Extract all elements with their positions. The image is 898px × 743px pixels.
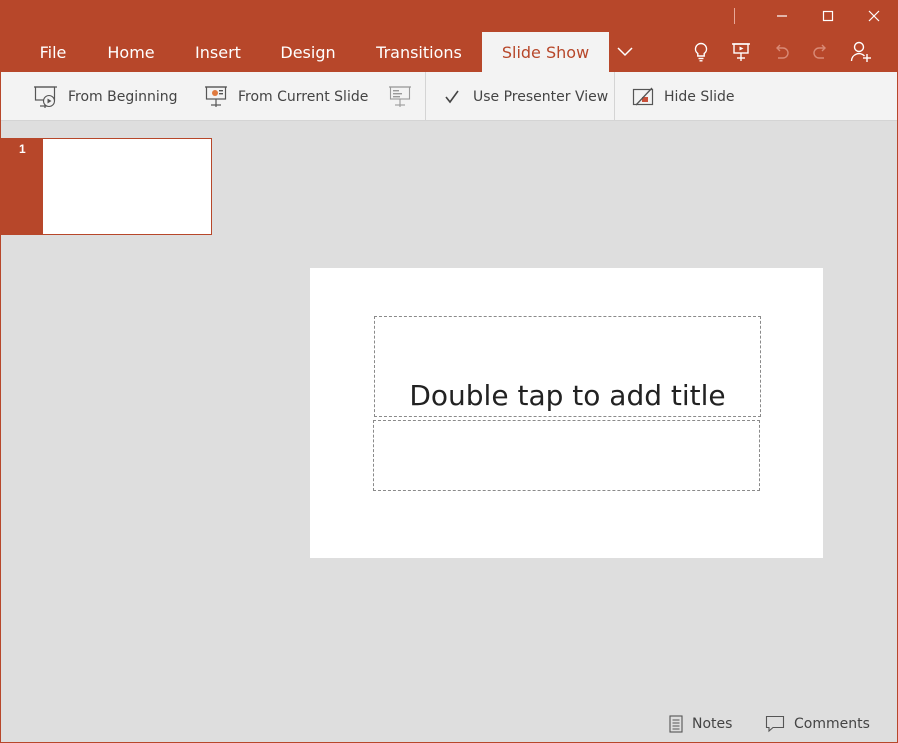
more-tabs-button[interactable] <box>610 32 640 72</box>
undo-button[interactable] <box>761 32 801 72</box>
tab-transitions[interactable]: Transitions <box>367 32 471 72</box>
thumbnail-selection-strip: 1 <box>1 138 42 235</box>
use-presenter-view-checkbox[interactable]: Use Presenter View <box>443 72 608 121</box>
title-placeholder-text: Double tap to add title <box>409 379 726 412</box>
lightbulb-icon <box>694 42 708 62</box>
close-button[interactable] <box>851 0 897 32</box>
checkmark-icon <box>443 88 461 106</box>
comment-icon <box>765 715 785 733</box>
ribbon-tabs: File Home Insert Design Transitions Slid… <box>0 32 898 72</box>
notes-button[interactable]: Notes <box>669 708 732 740</box>
minimize-button[interactable] <box>759 0 805 32</box>
presentation-icon <box>732 43 750 61</box>
use-presenter-view-label: Use Presenter View <box>473 88 609 105</box>
hide-slide-button[interactable]: Hide Slide <box>632 72 735 121</box>
maximize-button[interactable] <box>805 0 851 32</box>
from-current-slide-label: From Current Slide <box>238 88 369 105</box>
slide-thumbnail[interactable]: 1 <box>1 138 212 235</box>
from-beginning-label: From Beginning <box>68 88 178 105</box>
hide-slide-icon <box>632 86 654 108</box>
tell-me-button[interactable] <box>681 32 721 72</box>
custom-show-icon <box>388 85 412 109</box>
hide-slide-label: Hide Slide <box>664 88 735 105</box>
maximize-icon <box>822 10 834 22</box>
slide-canvas[interactable]: Double tap to add title <box>310 268 823 558</box>
notes-icon <box>669 715 683 733</box>
subtitle-placeholder[interactable] <box>373 420 760 491</box>
slide-number: 1 <box>19 142 26 156</box>
comments-label: Comments <box>794 716 870 732</box>
from-current-slide-button[interactable]: From Current Slide <box>204 72 368 121</box>
redo-button[interactable] <box>801 32 841 72</box>
tab-insert[interactable]: Insert <box>183 32 253 72</box>
tab-home[interactable]: Home <box>96 32 166 72</box>
thumbnail-preview[interactable] <box>42 138 212 235</box>
chevron-down-icon <box>617 47 633 57</box>
tab-design[interactable]: Design <box>270 32 346 72</box>
title-bar <box>0 0 898 32</box>
ribbon-toolbar: From Beginning From Current Slide Use Pr… <box>0 72 898 121</box>
notes-label: Notes <box>692 716 733 732</box>
ribbon-separator <box>614 72 615 121</box>
undo-icon <box>776 44 789 59</box>
redo-icon <box>813 44 826 59</box>
tab-file[interactable]: File <box>24 32 82 72</box>
present-button[interactable] <box>721 32 761 72</box>
title-divider <box>734 8 735 24</box>
ribbon-separator <box>425 72 426 121</box>
comments-button[interactable]: Comments <box>765 708 870 740</box>
play-from-current-icon <box>204 85 228 109</box>
tab-slide-show[interactable]: Slide Show <box>482 32 609 72</box>
add-person-icon <box>850 41 871 62</box>
title-placeholder[interactable]: Double tap to add title <box>374 316 761 417</box>
share-button[interactable] <box>841 32 881 72</box>
play-from-start-icon <box>33 85 58 109</box>
minimize-icon <box>777 15 787 17</box>
custom-slide-show-button[interactable] <box>388 72 422 121</box>
from-beginning-button[interactable]: From Beginning <box>33 72 178 121</box>
close-icon <box>868 10 880 22</box>
